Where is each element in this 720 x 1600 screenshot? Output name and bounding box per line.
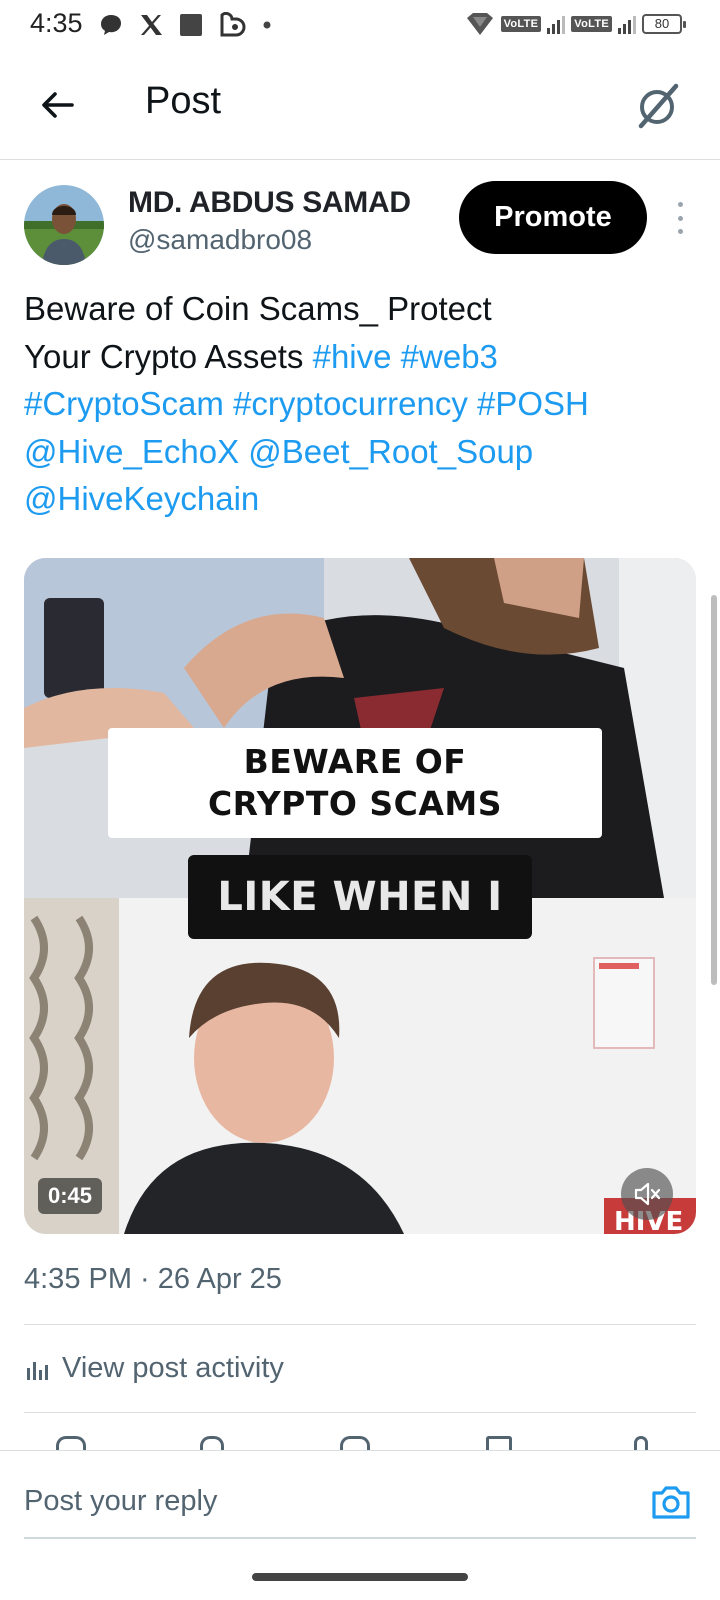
divider — [24, 1324, 696, 1325]
mention-link[interactable]: @Hive_EchoX — [24, 433, 239, 470]
action-bar-partial — [0, 1436, 720, 1450]
gallery-icon — [180, 14, 202, 36]
mention-link[interactable]: @HiveKeychain — [24, 480, 259, 517]
mute-button[interactable] — [621, 1168, 673, 1220]
battery-icon: 80 — [642, 14, 686, 34]
more-options-button[interactable] — [670, 202, 690, 234]
wifi-hotspot-icon — [466, 13, 493, 35]
camera-button[interactable] — [650, 1481, 692, 1523]
post-text: Beware of Coin Scams_ Protect Your Crypt… — [24, 285, 704, 523]
dot-icon — [263, 21, 271, 29]
hashtag-link[interactable]: #hive — [313, 338, 392, 375]
top-app-bar: Post — [0, 52, 720, 160]
reply-composer: Post your reply — [0, 1450, 720, 1600]
notification-icons — [98, 11, 272, 39]
signal-icon-2 — [618, 14, 636, 34]
post-timestamp: 4:35 PM · 26 Apr 25 — [24, 1263, 282, 1295]
hashtag-link[interactable]: #POSH — [477, 385, 589, 422]
x-logo-icon — [141, 15, 162, 35]
grok-icon — [638, 83, 679, 129]
more-dot-icon — [677, 202, 683, 207]
grok-button[interactable] — [632, 80, 684, 132]
more-dot-icon — [677, 215, 683, 221]
status-time: 4:35 — [30, 8, 83, 38]
view-post-activity-link[interactable]: View post activity — [24, 1352, 284, 1385]
author-name[interactable]: MD. ABDUS SAMAD — [128, 186, 411, 220]
caption-overlay-sub: LIKE WHEN I — [188, 855, 532, 939]
scrollbar[interactable] — [711, 595, 717, 985]
reply-underline — [24, 1537, 696, 1539]
more-dot-icon — [677, 229, 683, 234]
reply-input[interactable]: Post your reply — [24, 1485, 217, 1518]
like-icon — [340, 1436, 370, 1450]
author-handle[interactable]: @samadbro08 — [128, 224, 312, 256]
status-bar: 4:35 VoLTE VoLTE 80 — [0, 0, 720, 50]
hashtag-link[interactable]: #CryptoScam — [24, 385, 224, 422]
volte-badge-2: VoLTE — [571, 16, 612, 32]
share-icon — [634, 1436, 648, 1450]
reply-icon — [56, 1436, 86, 1450]
post-text-line1: Beware of Coin Scams_ Protect — [24, 290, 492, 327]
promote-button[interactable]: Promote — [459, 181, 647, 254]
volte-badge-1: VoLTE — [500, 16, 542, 32]
avatar[interactable] — [24, 185, 104, 265]
page-title: Post — [145, 80, 222, 122]
bar-chart-icon — [27, 1361, 48, 1380]
caption-line-2: CRYPTO SCAMS — [207, 784, 503, 823]
bookmark-icon — [486, 1436, 512, 1450]
signal-icon — [547, 14, 566, 34]
caption-line-1: BEWARE OF — [243, 742, 467, 781]
chat-bubble-icon — [101, 15, 121, 35]
caption-overlay-main: BEWARE OF CRYPTO SCAMS — [108, 728, 602, 838]
hashtag-link[interactable]: #cryptocurrency — [233, 385, 468, 422]
repost-icon — [200, 1436, 224, 1450]
hashtag-link[interactable]: #web3 — [401, 338, 498, 375]
view-post-activity-label: View post activity — [62, 1352, 284, 1384]
cloud-sync-icon — [220, 12, 246, 37]
post-text-line2: Your Crypto Assets — [24, 337, 313, 375]
back-button[interactable] — [34, 82, 80, 128]
system-icons: VoLTE VoLTE 80 — [465, 10, 686, 38]
speaker-muted-icon — [634, 1182, 661, 1206]
mention-link[interactable]: @Beet_Root_Soup — [248, 433, 533, 470]
camera-icon — [652, 1486, 690, 1519]
divider — [24, 1412, 696, 1413]
video-player[interactable]: HIVE BEWARE OF CRYPTO SCAMS LIKE WHEN I … — [24, 558, 696, 1234]
home-indicator[interactable] — [252, 1573, 468, 1581]
arrow-left-icon — [42, 92, 74, 118]
video-duration: 0:45 — [38, 1178, 103, 1214]
